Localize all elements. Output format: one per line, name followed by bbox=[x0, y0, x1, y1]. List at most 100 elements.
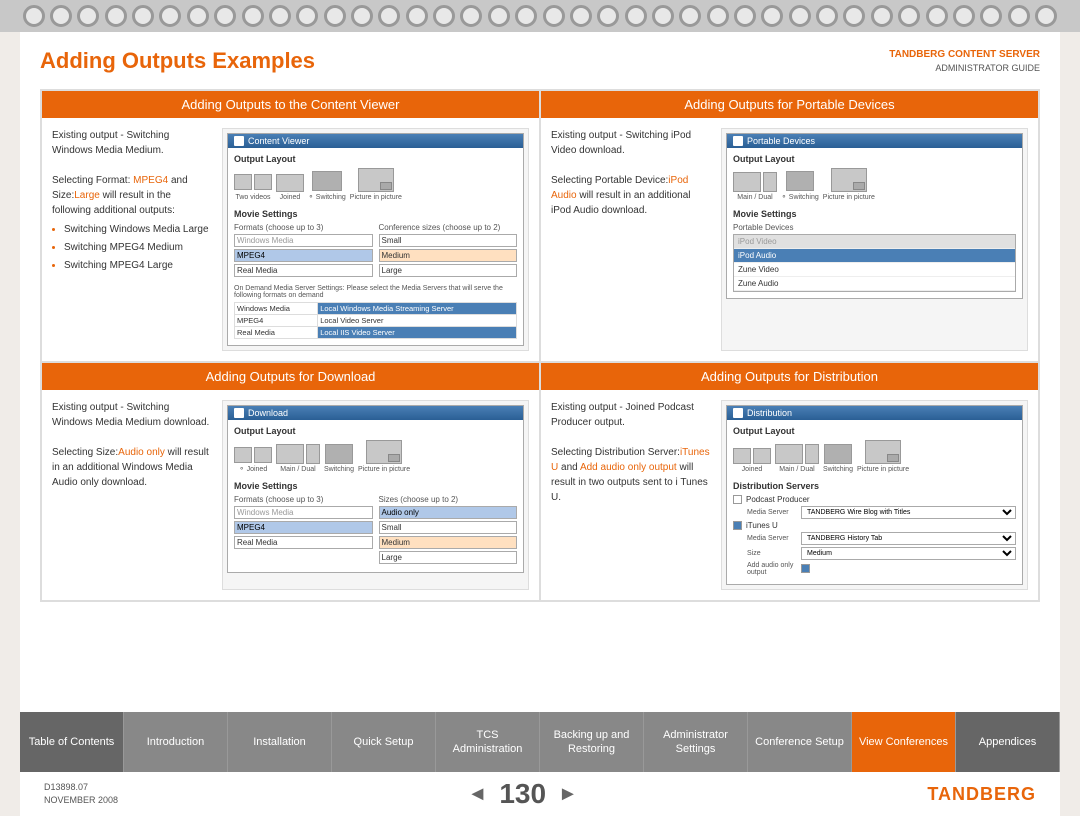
pip-inset-dl bbox=[388, 454, 400, 462]
layout-main-dist bbox=[775, 444, 803, 464]
tab-appendices[interactable]: Appendices bbox=[956, 712, 1060, 772]
prev-arrow[interactable]: ◄ bbox=[468, 783, 488, 806]
podcast-server-select[interactable]: TANDBERG Wire Blog with Titles bbox=[801, 506, 1016, 519]
size-large[interactable]: Large bbox=[379, 264, 518, 277]
layout-box bbox=[234, 174, 252, 190]
size-highlight: Large bbox=[74, 190, 100, 201]
format-mpeg4-dl[interactable]: MPEG4 bbox=[234, 521, 373, 534]
itunes-server-label: Media Server bbox=[747, 535, 797, 542]
next-arrow[interactable]: ► bbox=[558, 783, 578, 806]
section-header-content-viewer: Adding Outputs to the Content Viewer bbox=[42, 91, 539, 118]
sizes-col: Conference sizes (choose up to 2) Small … bbox=[379, 223, 518, 279]
size-small-dl[interactable]: Small bbox=[379, 521, 518, 534]
layout-pip-portable: Picture in picture bbox=[823, 168, 875, 201]
section-header-download: Adding Outputs for Download bbox=[42, 363, 539, 390]
tab-label-install: Installation bbox=[253, 735, 306, 749]
on-demand-value-mpeg4: Local Video Server bbox=[318, 314, 517, 326]
pip-dl bbox=[366, 440, 402, 464]
tab-introduction[interactable]: Introduction bbox=[124, 712, 228, 772]
distribution-servers: Distribution Servers Podcast Producer Me… bbox=[733, 481, 1016, 576]
layout-main-dual-dl: Main / Dual bbox=[276, 444, 320, 473]
tab-label-toc: Table of Contents bbox=[29, 735, 115, 749]
section-download: Adding Outputs for Download Existing out… bbox=[41, 362, 540, 601]
window-icon-portable bbox=[733, 136, 743, 146]
layout-label-switching: ⚬ Switching bbox=[308, 193, 346, 201]
layout-box bbox=[254, 174, 272, 190]
output-layout-label-dist: Output Layout bbox=[733, 426, 1016, 436]
layout-joined: Joined bbox=[276, 174, 304, 201]
format-real-media[interactable]: Real Media bbox=[234, 264, 373, 277]
tab-tcs-admin[interactable]: TCS Administration bbox=[436, 712, 540, 772]
pip-dist bbox=[865, 440, 901, 464]
spiral-ring bbox=[761, 5, 783, 27]
spiral-ring bbox=[269, 5, 291, 27]
layout-label-switching-dl: Switching bbox=[324, 466, 354, 473]
size-medium-selected[interactable]: Medium bbox=[379, 249, 518, 262]
formats-label: Formats (choose up to 3) bbox=[234, 223, 373, 232]
spiral-ring bbox=[460, 5, 482, 27]
output-layout-label-portable: Output Layout bbox=[733, 154, 1016, 164]
doc-date: NOVEMBER 2008 bbox=[44, 794, 118, 808]
layout-small-1 bbox=[234, 447, 252, 463]
itunes-audio-label: Add audio only output bbox=[747, 562, 797, 576]
tab-backing-up[interactable]: Backing up and Restoring bbox=[540, 712, 644, 772]
format-windows-media[interactable]: Windows Media bbox=[234, 234, 373, 247]
tab-conference-setup[interactable]: Conference Setup bbox=[748, 712, 852, 772]
text-selecting-device: Selecting Portable Device:iPod Audio wil… bbox=[551, 175, 691, 216]
tab-quick-setup[interactable]: Quick Setup bbox=[332, 712, 436, 772]
formats-col: Formats (choose up to 3) Windows Media M… bbox=[234, 223, 373, 279]
podcast-server-sub: Media Server TANDBERG Wire Blog with Tit… bbox=[747, 506, 1016, 519]
spiral-ring bbox=[570, 5, 592, 27]
bullet-item-2: Switching MPEG4 Medium bbox=[64, 240, 212, 255]
text-selecting-server: Selecting Distribution Server:iTunes U a… bbox=[551, 447, 710, 503]
layout-main-dual-dist: Main / Dual bbox=[775, 444, 819, 473]
section-body-portable: Existing output - Switching iPod Video d… bbox=[541, 118, 1038, 361]
device-ipod-audio[interactable]: iPod Audio bbox=[734, 249, 1015, 263]
spiral-ring bbox=[953, 5, 975, 27]
section-content-viewer: Adding Outputs to the Content Viewer Exi… bbox=[41, 90, 540, 362]
bottom-nav: Table of Contents Introduction Installat… bbox=[20, 712, 1060, 772]
on-demand-label-wm: Windows Media bbox=[235, 302, 318, 314]
doc-number: D13898.07 bbox=[44, 781, 118, 795]
device-zune-video[interactable]: Zune Video bbox=[734, 263, 1015, 277]
output-layout-label: Output Layout bbox=[234, 154, 517, 164]
tab-label-tcs: TCS Administration bbox=[442, 728, 533, 757]
section-distribution: Adding Outputs for Distribution Existing… bbox=[540, 362, 1039, 601]
size-small[interactable]: Small bbox=[379, 234, 518, 247]
section-text-distribution: Existing output - Joined Podcast Produce… bbox=[551, 400, 711, 590]
device-ipod-video[interactable]: iPod Video bbox=[734, 235, 1015, 249]
tab-table-of-contents[interactable]: Table of Contents bbox=[20, 712, 124, 772]
footer-doc-info: D13898.07 NOVEMBER 2008 bbox=[44, 781, 118, 808]
itunes-checkbox[interactable] bbox=[733, 521, 742, 530]
device-zune-audio[interactable]: Zune Audio bbox=[734, 277, 1015, 291]
spiral-ring bbox=[679, 5, 701, 27]
section-image-download: Download Output Layout ⚬ Joine bbox=[222, 400, 529, 590]
format-wm-dl[interactable]: Windows Media bbox=[234, 506, 373, 519]
format-real-dl[interactable]: Real Media bbox=[234, 536, 373, 549]
footer-pagination: ◄ 130 ► bbox=[468, 778, 578, 810]
section-portable-devices: Adding Outputs for Portable Devices Exis… bbox=[540, 90, 1039, 362]
itunes-audio-checkbox[interactable] bbox=[801, 564, 810, 573]
brand-content-server: CONTENT SERVER bbox=[948, 49, 1040, 60]
itunes-server-select[interactable]: TANDBERG History Tab bbox=[801, 532, 1016, 545]
format-mpeg4-selected[interactable]: MPEG4 bbox=[234, 249, 373, 262]
tab-admin-settings[interactable]: Administrator Settings bbox=[644, 712, 748, 772]
itunes-size-select[interactable]: Medium bbox=[801, 547, 1016, 560]
spiral-ring bbox=[543, 5, 565, 27]
size-audio-only-dl[interactable]: Audio only bbox=[379, 506, 518, 519]
layout-label: Two videos bbox=[235, 194, 270, 201]
size-medium-dl[interactable]: Medium bbox=[379, 536, 518, 549]
page-content: Adding Outputs Examples TANDBERG CONTENT… bbox=[20, 32, 1060, 712]
tab-installation[interactable]: Installation bbox=[228, 712, 332, 772]
tab-view-conferences[interactable]: View Conferences bbox=[852, 712, 956, 772]
tab-label-admin: Administrator Settings bbox=[650, 728, 741, 757]
podcast-checkbox[interactable] bbox=[733, 495, 742, 504]
spiral-ring bbox=[296, 5, 318, 27]
spiral-ring bbox=[1008, 5, 1030, 27]
size-large-dl[interactable]: Large bbox=[379, 551, 518, 564]
bullet-item-1: Switching Windows Media Large bbox=[64, 222, 212, 237]
itunes-size-label: Size bbox=[747, 550, 797, 557]
section-body-distribution: Existing output - Joined Podcast Produce… bbox=[541, 390, 1038, 600]
on-demand-title: On Demand Media Server Settings: Please … bbox=[234, 285, 517, 299]
spiral-ring bbox=[652, 5, 674, 27]
